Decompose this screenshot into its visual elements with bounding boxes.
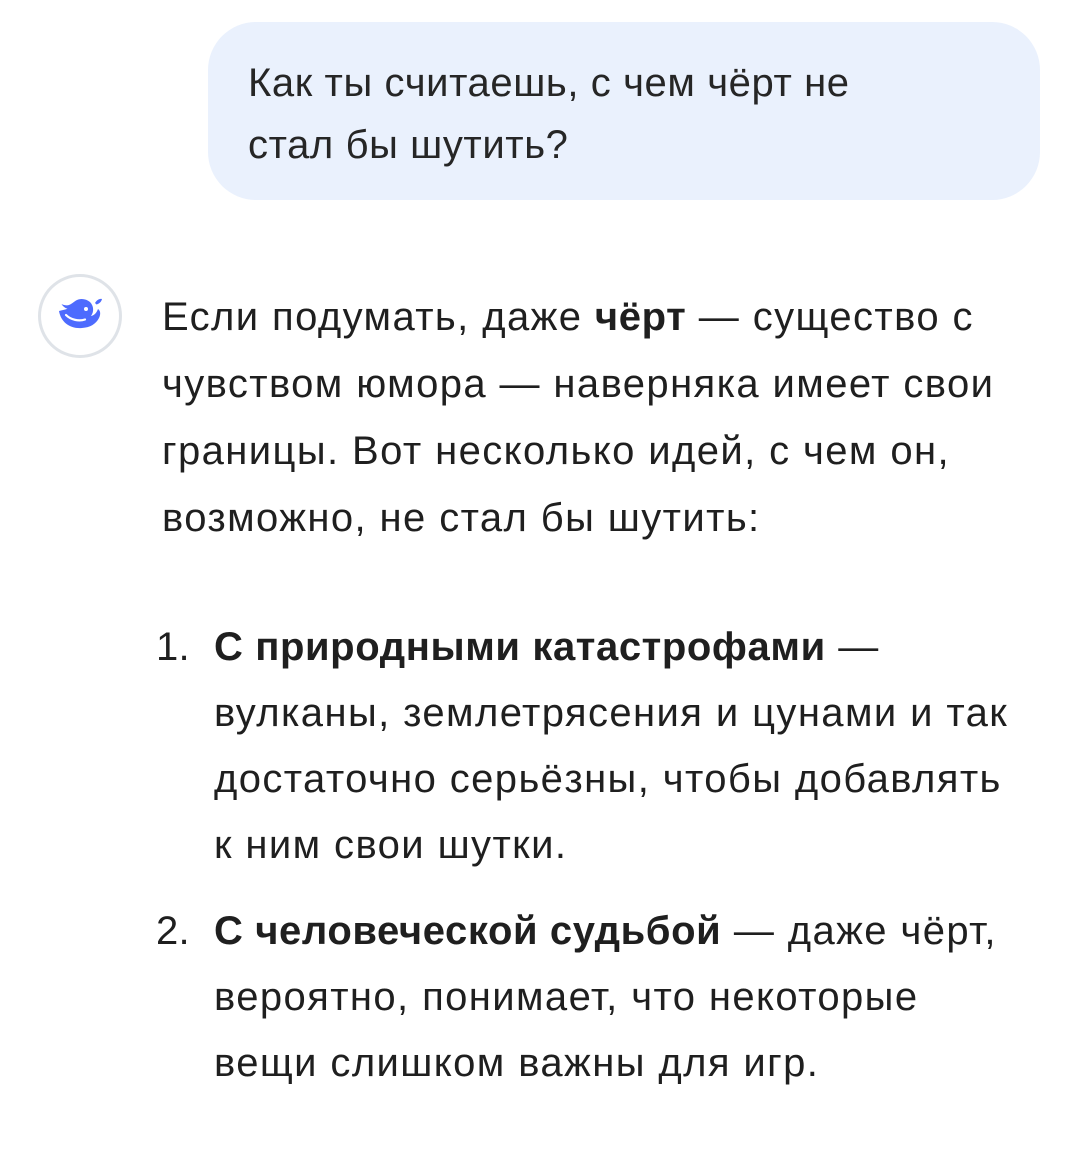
answer-list: 1. С природными катастрофами — вулканы, … xyxy=(156,614,1052,1096)
intro-bold: чёрт xyxy=(594,295,687,339)
user-message-line: стал бы шутить? xyxy=(248,123,569,167)
whale-logo-icon xyxy=(57,297,103,336)
list-item-number: 1. xyxy=(156,625,190,669)
list-item: 1. С природными катастрофами — вулканы, … xyxy=(156,614,1052,878)
list-item-bold: С человеческой судьбой xyxy=(214,909,722,953)
user-message-bubble: Как ты считаешь, с чем чёрт не стал бы ш… xyxy=(208,22,1040,200)
intro-text: Если подумать, даже xyxy=(162,295,595,339)
list-item: 2. С человеческой судьбой — даже чёрт, в… xyxy=(156,898,1052,1096)
list-item-bold: С природными катастрофами xyxy=(214,625,826,669)
list-item-content: С человеческой судьбой — даже чёрт, веро… xyxy=(214,898,1014,1096)
assistant-message: Если подумать, даже чёрт — существо с чу… xyxy=(156,284,1052,1096)
list-item-content: С природными катастрофами — вулканы, зем… xyxy=(214,614,1014,878)
user-message-line: Как ты считаешь, с чем чёрт не xyxy=(248,61,850,105)
assistant-intro: Если подумать, даже чёрт — существо с чу… xyxy=(162,284,1052,552)
assistant-avatar xyxy=(38,274,122,358)
list-item-number: 2. xyxy=(156,909,190,953)
